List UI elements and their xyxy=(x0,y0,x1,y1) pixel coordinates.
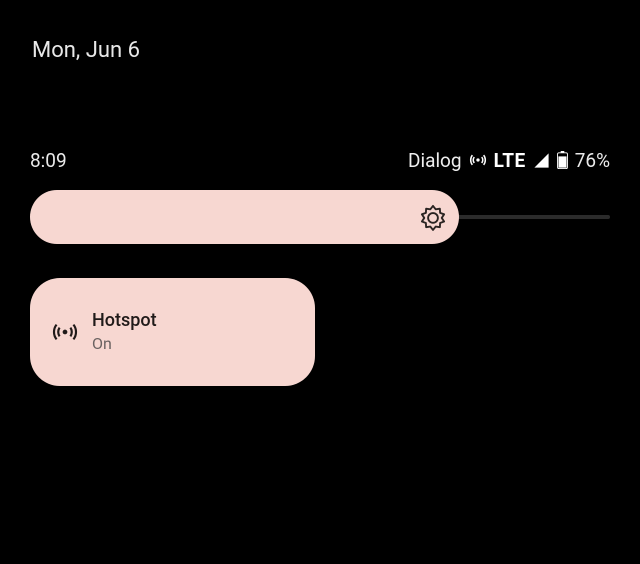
network-type-label: LTE xyxy=(494,149,526,172)
brightness-icon xyxy=(419,203,447,231)
status-indicators: Dialog LTE 76% xyxy=(408,149,610,172)
brightness-fill xyxy=(30,190,459,244)
battery-percent: 76% xyxy=(575,149,610,172)
battery-icon xyxy=(557,151,568,169)
hotspot-icon xyxy=(469,151,487,169)
hotspot-title: Hotspot xyxy=(92,309,157,333)
hotspot-icon xyxy=(52,319,78,345)
brightness-slider[interactable] xyxy=(30,190,610,244)
date-label: Mon, Jun 6 xyxy=(32,38,140,63)
carrier-label: Dialog xyxy=(408,149,462,172)
status-bar: 8:09 Dialog LTE 76% xyxy=(30,148,610,172)
hotspot-tile-text: Hotspot On xyxy=(92,309,157,355)
clock: 8:09 xyxy=(30,149,67,172)
hotspot-tile[interactable]: Hotspot On xyxy=(30,278,315,386)
signal-icon xyxy=(533,152,550,169)
hotspot-subtitle: On xyxy=(92,333,157,355)
